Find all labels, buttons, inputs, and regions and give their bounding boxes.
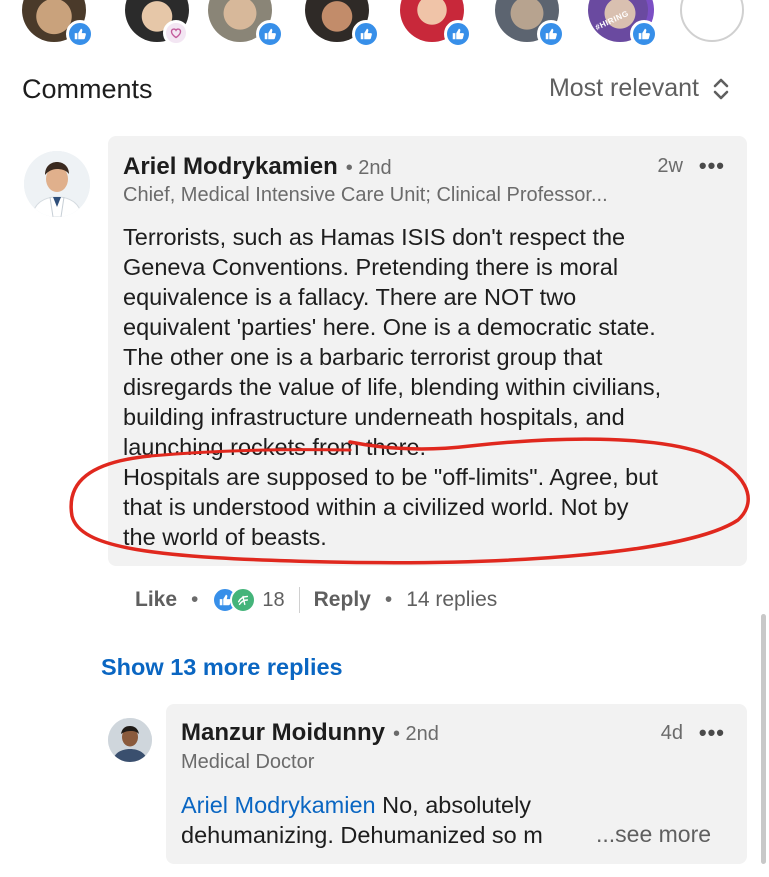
comment-time: 2w [657,155,683,177]
reply-author-headline: Medical Doctor [181,751,315,773]
comment-line: Hospitals are supposed to be "off-limits… [123,464,658,490]
like-badge-icon [630,20,658,48]
comment-options-icon[interactable]: ••• [699,153,725,179]
author-line: Ariel Modrykamien • 2nd [123,153,392,181]
like-badge-icon [537,20,565,48]
comment-line: launching rockets from there. [123,434,427,460]
reply-line: dehumanizing. Dehumanized so m [181,822,543,848]
mention-link[interactable]: Ariel Modrykamien [181,792,376,818]
heart-badge-icon [163,20,189,46]
reply-body: Ariel Modrykamien No, absolutely dehuman… [181,790,543,850]
comment-line: Geneva Conventions. Pretending there is … [123,254,619,280]
see-more-link[interactable]: ...see more [596,821,711,848]
author-name-link[interactable]: Ariel Modrykamien [123,153,338,181]
reply-author-name-link[interactable]: Manzur Moidunny [181,719,385,747]
comment-line: that is understood within a civilized wo… [123,494,629,520]
comment-social-bar: Like • 18 Reply • 14 replies [135,584,497,616]
sort-dropdown[interactable]: Most relevant [549,74,731,103]
comment-line: the world of beasts. [123,524,327,550]
comment-line: Terrorists, such as Hamas ISIS don't res… [123,224,626,250]
like-badge-icon [352,20,380,48]
commenter-avatar[interactable] [24,151,90,217]
reaction-summary[interactable] [212,587,257,613]
support-reaction-icon [230,587,257,613]
reply-bubble: Manzur Moidunny • 2nd 4d ••• Medical Doc… [166,704,747,864]
like-badge-icon [444,20,472,48]
divider [298,587,300,613]
reply-author-avatar[interactable] [108,718,152,762]
reactor-avatar-strip: #HIRING [0,0,769,54]
reply-line: Ariel Modrykamien No, absolutely [181,790,543,820]
comment-line: equivalent 'parties' here. One is a demo… [123,314,656,340]
reply-connection-degree: • 2nd [392,723,439,745]
sort-chevrons-icon [711,75,731,103]
comments-page: #HIRING Comments Most relevant Ariel Mod… [0,0,769,877]
reply-author-line: Manzur Moidunny • 2nd [181,719,439,747]
scrollbar[interactable] [761,614,766,864]
comment-body: Terrorists, such as Hamas ISIS don't res… [123,222,661,552]
like-badge-icon [66,20,94,48]
comment-line: disregards the value of life, blending w… [123,374,662,400]
reply-time: 4d [660,722,683,744]
reply-text: No, absolutely [375,792,532,818]
reply-button[interactable]: Reply [314,588,371,612]
comment-line: The other one is a barbaric terrorist gr… [123,344,603,370]
comment-line: equivalence is a fallacy. There are NOT … [123,284,577,310]
reaction-count[interactable]: 18 [262,589,284,612]
separator-dot: • [191,588,199,611]
reply-options-icon[interactable]: ••• [699,720,725,746]
replies-count-link[interactable]: 14 replies [406,588,497,612]
author-headline: Chief, Medical Intensive Care Unit; Clin… [123,184,608,206]
separator-dot: • [384,588,393,611]
like-button[interactable]: Like [135,588,177,612]
sort-label: Most relevant [548,74,699,102]
connection-degree: • 2nd [345,157,392,179]
comments-heading: Comments [22,74,153,104]
show-more-replies-link[interactable]: Show 13 more replies [101,654,343,681]
comment-bubble: Ariel Modrykamien • 2nd 2w ••• Chief, Me… [108,136,747,566]
more-reactors-button[interactable] [680,0,744,42]
like-badge-icon [256,20,284,48]
comment-line: building infrastructure underneath hospi… [123,404,625,430]
